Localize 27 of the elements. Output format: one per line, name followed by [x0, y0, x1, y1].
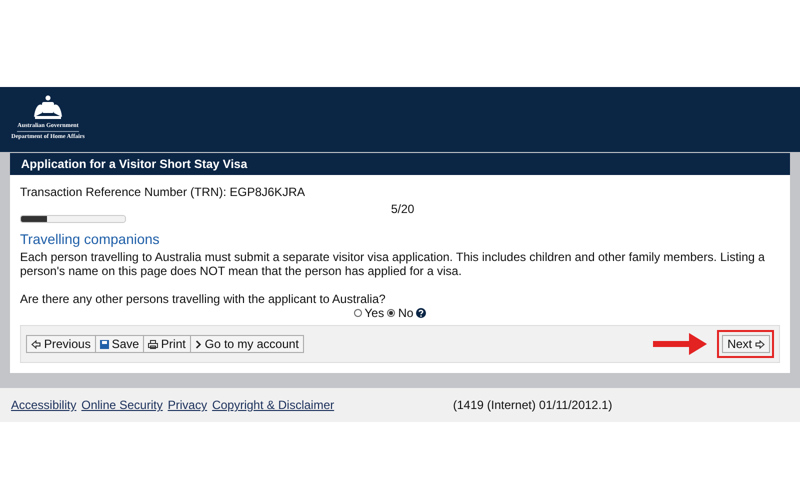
radio-button[interactable]	[387, 309, 396, 317]
print-button[interactable]: Print	[143, 335, 191, 353]
chevron-right-icon	[194, 340, 202, 348]
previous-button[interactable]: Previous	[26, 335, 96, 353]
annotation-arrow	[653, 333, 708, 355]
coat-of-arms-icon	[31, 95, 65, 121]
intro-text: Each person travelling to Australia must submit a separate visitor visa application. This includes children and other family members. Listing a person's name on this page does NOT mean that the person has applied for a visa.	[20, 250, 766, 278]
left-arrow-icon	[31, 340, 41, 348]
progress-reading: 5/20	[391, 202, 414, 216]
option-label: Yes	[364, 306, 384, 320]
option-label: No	[398, 306, 414, 320]
footer-link[interactable]: Copyright & Disclaimer	[212, 398, 334, 412]
right-arrow-icon	[755, 340, 765, 348]
form-title: Application for a Visitor Short Stay Visa	[10, 153, 790, 175]
footer-link[interactable]: Accessibility	[11, 398, 76, 412]
printer-icon	[148, 340, 158, 348]
radio-button[interactable]	[354, 309, 362, 317]
trn-text: Transaction Reference Number (TRN): EGP8J6KJRA	[20, 185, 306, 199]
footer-link[interactable]: Privacy	[168, 398, 208, 412]
footer-link[interactable]: Online Security	[81, 398, 163, 412]
section-title: Travelling companions	[20, 231, 161, 247]
question-text: Are there any other persons travelling with the applicant to Australia?	[20, 292, 387, 306]
help-icon[interactable]	[416, 308, 426, 318]
next-button[interactable]: Next	[722, 335, 770, 353]
account-button[interactable]: Go to my account	[190, 335, 304, 353]
version-text: (1419 (Internet) 01/11/2012.1)	[453, 398, 612, 412]
save-button[interactable]: Save	[94, 335, 144, 353]
